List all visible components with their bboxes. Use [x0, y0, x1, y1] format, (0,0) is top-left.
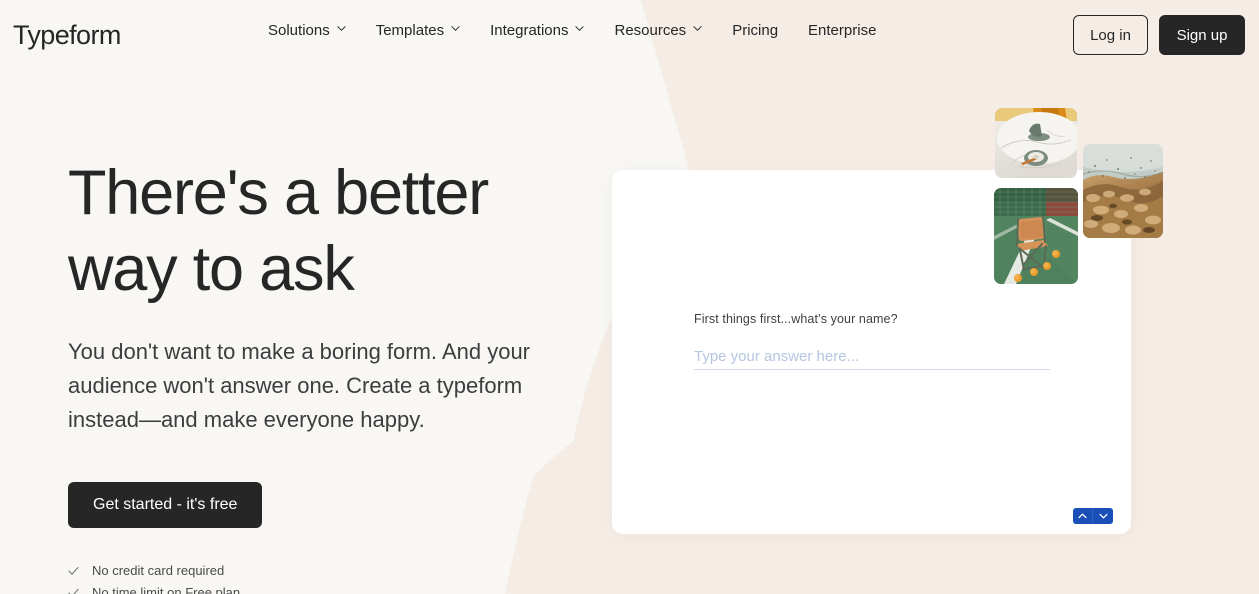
chevron-down-icon: [693, 24, 702, 33]
check-icon: [68, 588, 79, 594]
collage-image-coffee: [995, 108, 1077, 178]
nav-item-label: Integrations: [490, 22, 569, 39]
form-next-button[interactable]: [1093, 508, 1113, 524]
site-header: Typeform Solutions Templates Integration…: [0, 0, 1259, 70]
hero-section: There's a better way to ask You don't wa…: [68, 155, 588, 594]
form-question-block: First things first...what’s your name?: [694, 312, 1054, 370]
nav-item-label: Resources: [614, 22, 687, 39]
page-title: There's a better way to ask: [68, 155, 588, 307]
chevron-down-icon: [451, 24, 460, 33]
nav-item-label: Enterprise: [808, 22, 877, 39]
headline-line-2: way to ask: [68, 234, 355, 304]
nav-item-label: Pricing: [732, 22, 779, 39]
form-answer-input[interactable]: [694, 346, 1050, 370]
nav-item-integrations[interactable]: Integrations: [490, 22, 585, 39]
nav-item-label: Templates: [375, 22, 445, 39]
headline-line-1: There's a better: [68, 158, 489, 228]
chevron-up-icon: [1078, 513, 1087, 519]
list-item: No time limit on Free plan: [68, 582, 588, 594]
perks-list: No credit card required No time limit on…: [68, 560, 588, 594]
form-prev-button[interactable]: [1073, 508, 1093, 524]
nav-item-resources[interactable]: Resources: [614, 22, 702, 39]
auth-actions: Log in Sign up: [1073, 15, 1245, 55]
collage-image-landscape: [1083, 144, 1163, 238]
perk-label: No time limit on Free plan: [92, 585, 241, 594]
chevron-down-icon: [575, 24, 585, 33]
hero-subheading: You don't want to make a boring form. An…: [68, 339, 530, 432]
chevron-down-icon: [337, 24, 346, 33]
form-question-text: First things first...what’s your name?: [694, 312, 898, 326]
nav-item-solutions[interactable]: Solutions: [268, 22, 346, 39]
nav-item-templates[interactable]: Templates: [376, 22, 460, 39]
perk-label: No credit card required: [92, 563, 225, 578]
nav-item-enterprise[interactable]: Enterprise: [808, 22, 876, 39]
login-button[interactable]: Log in: [1073, 15, 1148, 55]
primary-navigation: Solutions Templates Integrations Resourc…: [268, 22, 876, 39]
logo-typeform[interactable]: Typeform: [13, 20, 121, 51]
nav-item-label: Solutions: [268, 22, 330, 39]
list-item: No credit card required: [68, 560, 588, 582]
check-icon: [68, 566, 79, 577]
nav-item-pricing[interactable]: Pricing: [732, 22, 778, 39]
collage-image-tennis-court: [994, 188, 1078, 284]
chevron-down-icon: [1098, 513, 1108, 519]
typeform-landing-page: Typeform Solutions Templates Integration…: [0, 0, 1259, 594]
form-navigation-controls: [1073, 508, 1113, 524]
signup-button[interactable]: Sign up: [1159, 15, 1245, 55]
get-started-button[interactable]: Get started - it's free: [68, 482, 263, 528]
